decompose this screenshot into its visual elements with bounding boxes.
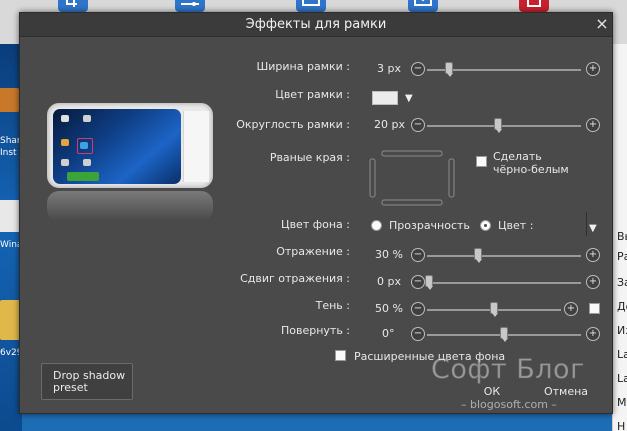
frame-color-swatch[interactable] bbox=[372, 91, 398, 105]
frame-rounding-slider-thumb[interactable] bbox=[494, 118, 503, 133]
right-panel-item: La bbox=[617, 372, 627, 385]
preview-side-panel bbox=[183, 111, 209, 182]
rotate-minus-button[interactable]: − bbox=[411, 327, 425, 341]
right-panel-item: М bbox=[617, 396, 627, 409]
preview-reflection bbox=[47, 191, 213, 221]
frame-rounding-minus-button[interactable]: − bbox=[411, 118, 425, 132]
envelope-icon[interactable] bbox=[408, 0, 438, 12]
watermark-sub-text: – blogosoft.com – bbox=[461, 398, 557, 411]
right-panel-item: Из bbox=[617, 324, 627, 337]
rotate-label: Повернуть : bbox=[280, 324, 350, 337]
frame-rounding-slider-track bbox=[427, 125, 581, 127]
shadow-minus-button[interactable]: − bbox=[411, 302, 425, 316]
preview-frame bbox=[47, 103, 213, 188]
frame-color-label: Цвет рамки : bbox=[275, 88, 350, 101]
watermark-main-text: Софт Блог bbox=[431, 354, 585, 386]
shadow-checkbox[interactable] bbox=[589, 303, 600, 314]
adjust-icon[interactable] bbox=[175, 0, 205, 12]
preview-desktop-icon bbox=[61, 115, 69, 122]
black-white-checkbox[interactable] bbox=[476, 156, 487, 167]
background-color-label: Цвет фона : bbox=[281, 218, 350, 231]
frame-width-value: 3 px bbox=[377, 62, 401, 75]
reflection-offset-label: Сдвиг отражения : bbox=[240, 272, 350, 285]
extended-colors-checkbox[interactable] bbox=[335, 350, 346, 361]
black-white-label-line2: чёрно-белым bbox=[493, 163, 569, 176]
right-panel-item: За bbox=[617, 276, 627, 289]
right-panel-item: До bbox=[617, 300, 627, 313]
color-radio-label: Цвет : bbox=[498, 219, 534, 232]
rotate-value: 0° bbox=[382, 327, 395, 340]
reflection-offset-slider-thumb[interactable] bbox=[425, 275, 433, 290]
reflection-label: Отражение : bbox=[276, 245, 350, 258]
reflection-value: 30 % bbox=[375, 248, 403, 261]
reflection-offset-value: 0 px bbox=[377, 275, 401, 288]
delete-icon[interactable] bbox=[519, 0, 549, 12]
reflection-offset-minus-button[interactable]: − bbox=[411, 275, 425, 289]
reflection-offset-plus-button[interactable]: + bbox=[586, 275, 600, 289]
shadow-plus-button[interactable]: + bbox=[564, 302, 578, 316]
transparent-radio[interactable] bbox=[371, 220, 382, 231]
frame-preview bbox=[47, 103, 213, 233]
frame-rounding-label: Округлость рамки : bbox=[236, 118, 350, 131]
color-radio[interactable] bbox=[480, 220, 491, 231]
frame-rounding-plus-button[interactable]: + bbox=[586, 118, 600, 132]
frame-color-dropdown-icon[interactable]: ▼ bbox=[405, 93, 413, 104]
background-color-divider bbox=[586, 212, 587, 236]
preview-desktop-icon bbox=[80, 142, 88, 149]
drop-shadow-preset-button[interactable]: Drop shadow preset bbox=[41, 363, 133, 400]
preview-green-button bbox=[67, 172, 99, 181]
reflection-minus-button[interactable]: − bbox=[411, 248, 425, 262]
desktop-icon bbox=[0, 200, 20, 232]
watermark: Софт Блог – blogosoft.com – bbox=[431, 354, 611, 420]
torn-edges-label: Рваные края : bbox=[269, 151, 350, 164]
transparent-radio-label: Прозрачность bbox=[389, 219, 470, 232]
preview-desktop-icon bbox=[83, 115, 91, 122]
frame-width-plus-button[interactable]: + bbox=[586, 62, 600, 76]
right-panel-item: Н bbox=[617, 420, 626, 431]
frame-icon[interactable] bbox=[296, 0, 326, 12]
preview-desktop-icon bbox=[61, 159, 69, 166]
desktop-icon bbox=[0, 300, 20, 340]
crop-icon[interactable] bbox=[58, 0, 88, 12]
frame-width-minus-button[interactable]: − bbox=[411, 62, 425, 76]
desktop-icon bbox=[0, 88, 20, 112]
frame-rounding-value: 20 px bbox=[374, 118, 405, 131]
right-panel-item: Ра bbox=[617, 250, 627, 263]
rotate-slider-thumb[interactable] bbox=[500, 327, 508, 342]
frame-width-slider-thumb[interactable] bbox=[444, 62, 453, 77]
right-panel-item: La bbox=[617, 348, 627, 361]
dialog-title: Эффекты для рамки bbox=[245, 17, 387, 32]
preview-desktop-icon bbox=[61, 139, 69, 146]
background-color-dropdown-icon[interactable]: ▼ bbox=[589, 223, 597, 234]
shadow-label: Тень : bbox=[315, 299, 350, 312]
close-icon[interactable]: × bbox=[594, 15, 610, 33]
reflection-offset-slider-track bbox=[427, 282, 581, 284]
torn-edges-picker[interactable] bbox=[368, 149, 456, 207]
reflection-slider-track bbox=[427, 255, 581, 257]
right-panel-item: Выб bbox=[617, 230, 627, 243]
shadow-value: 50 % bbox=[375, 302, 403, 315]
shadow-slider-thumb[interactable] bbox=[490, 302, 498, 317]
background-right-panel: Выб Ра За До Из La La М Н bbox=[612, 44, 627, 431]
reflection-slider-thumb[interactable] bbox=[473, 248, 482, 263]
preview-desktop-icon bbox=[83, 159, 91, 166]
black-white-label-line1: Сделать bbox=[493, 150, 542, 163]
frame-width-label: Ширина рамки : bbox=[256, 60, 351, 73]
dialog-titlebar: Эффекты для рамки × bbox=[20, 13, 612, 37]
rotate-plus-button[interactable]: + bbox=[586, 327, 600, 341]
reflection-plus-button[interactable]: + bbox=[586, 248, 600, 262]
